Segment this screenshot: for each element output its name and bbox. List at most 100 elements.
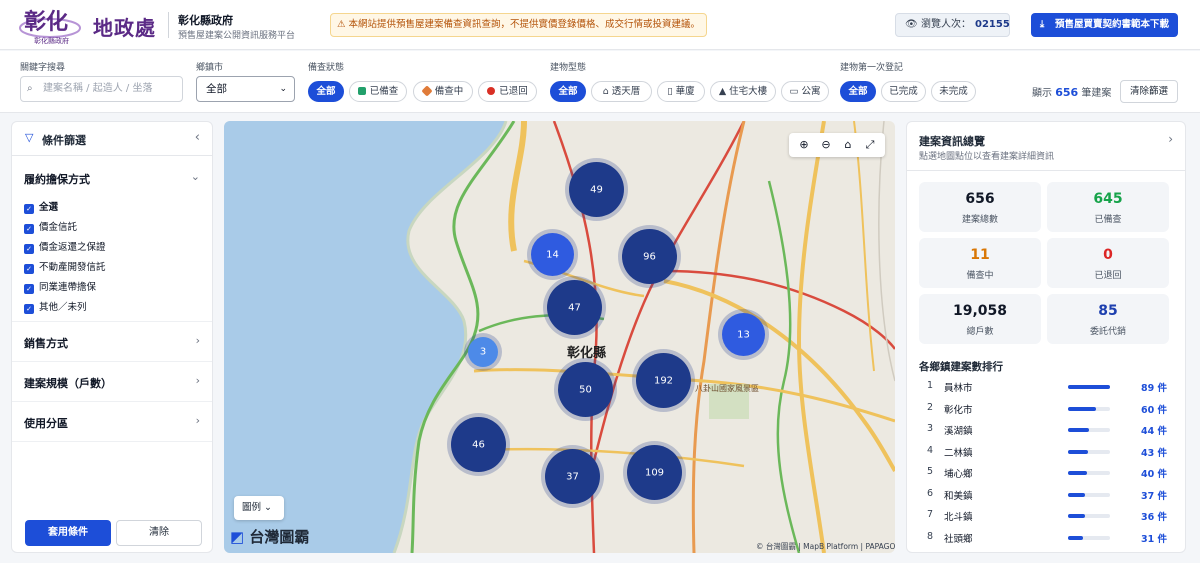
zoom-out-icon[interactable]: ⊖ <box>817 136 835 154</box>
filing-all-pill[interactable]: 全部 <box>308 81 344 102</box>
rank-bar <box>1068 535 1110 540</box>
chevron-down-icon: ⌄ <box>279 84 287 94</box>
rank-number: 7 <box>927 509 934 520</box>
map-toolbar: ⊕ ⊖ ⌂ ⤢ <box>789 133 885 157</box>
checkbox-trust[interactable]: ✓ 價金信託 <box>24 219 77 234</box>
clear-filters-button[interactable]: 清除篩選 <box>1120 80 1178 103</box>
diamond-icon <box>421 85 433 97</box>
map-cluster[interactable]: 46 <box>451 417 506 472</box>
section-zoning[interactable]: 使用分區 › <box>12 402 212 442</box>
filter-icon: ▽ <box>25 131 34 144</box>
checkbox-checked-icon: ✓ <box>24 264 34 274</box>
filing-returned-pill[interactable]: 已退回 <box>478 81 537 102</box>
ranking-row[interactable]: 8 社頭鄉 31 件 <box>907 529 1185 547</box>
rank-bar <box>1068 385 1110 389</box>
keyword-placeholder: 建案名稱 / 起造人 / 坐落 <box>43 83 153 94</box>
map-cluster[interactable]: 109 <box>627 445 682 500</box>
brand-label: 台灣圖霸 <box>249 528 310 546</box>
section-scale[interactable]: 建案規模（戶數） › <box>12 362 212 402</box>
rank-bar <box>1068 428 1110 432</box>
stat-approved: 645 已備查 <box>1047 182 1169 232</box>
checkbox-all[interactable]: ✓ 全選 <box>24 199 58 214</box>
legend-button[interactable]: 圖例 ⌄ <box>234 496 284 520</box>
type-all-pill[interactable]: 全部 <box>550 81 586 102</box>
type-midrise-pill[interactable]: ▯ 華廈 <box>657 81 705 102</box>
reset-filters-button[interactable]: 清除 <box>116 520 202 546</box>
map-cluster[interactable]: 13 <box>722 313 765 356</box>
rank-number: 2 <box>927 401 934 413</box>
stat-households: 19,058 總戶數 <box>919 294 1041 344</box>
stat-value: 645 <box>1093 191 1123 207</box>
fullscreen-icon[interactable]: ⤢ <box>861 136 879 154</box>
ranking-row[interactable]: 6 和美鎮 37 件 <box>907 486 1185 504</box>
chevron-down-icon[interactable]: ⌄ <box>191 170 200 183</box>
sidebar-header: ▽ 條件篩選 ‹ <box>12 122 212 156</box>
rank-bar-fill <box>1068 535 1083 540</box>
keyword-search-input[interactable]: ⌕ 建案名稱 / 起造人 / 坐落 <box>20 76 183 102</box>
ranking-row[interactable]: 4 二林鎮 43 件 <box>907 443 1185 461</box>
type-apartment-pill[interactable]: ▭ 公寓 <box>781 81 829 102</box>
map-cluster[interactable]: 3 <box>468 337 498 367</box>
reg-done-pill[interactable]: 已完成 <box>881 81 926 102</box>
map-cluster[interactable]: 96 <box>622 229 677 284</box>
checkbox-label: 同業連帶擔保 <box>39 282 97 293</box>
map-cluster[interactable]: 37 <box>545 449 600 504</box>
panel-divider <box>907 170 1185 171</box>
ranking-row[interactable]: 7 北斗鎮 36 件 <box>907 507 1185 525</box>
apply-filters-button[interactable]: 套用條件 <box>25 520 111 546</box>
cluster-count: 37 <box>566 471 579 482</box>
stat-label: 備查中 <box>966 271 994 281</box>
rank-count: 60 件 <box>1140 404 1167 416</box>
ranking-row[interactable]: 5 埔心鄉 40 件 <box>907 464 1185 482</box>
type-highrise-pill[interactable]: ▲ 住宅大樓 <box>710 81 776 102</box>
section-sales-method[interactable]: 銷售方式 › <box>12 322 212 362</box>
result-suffix: 筆建案 <box>1081 88 1112 99</box>
cluster-count: 109 <box>644 467 665 478</box>
township-select[interactable]: 全部 ⌄ <box>196 76 295 102</box>
section-sales-title: 銷售方式 <box>24 337 68 350</box>
filter-bar: 關鍵字搜尋 ⌕ 建案名稱 / 起造人 / 坐落 鄉鎮市 全部 ⌄ 備查狀態 全部… <box>0 51 1200 113</box>
download-contract-button[interactable]: ⤓ 預售屋買賣契約書範本下載 <box>1031 13 1178 37</box>
cluster-count: 46 <box>472 439 485 450</box>
rank-bar <box>1068 514 1110 518</box>
changhua-logo[interactable]: 彰化 彰化縣政府 <box>18 4 82 46</box>
map-cluster[interactable]: 50 <box>558 362 613 417</box>
ranking-row[interactable]: 1 員林市 89 件 <box>907 378 1185 396</box>
visit-label: 瀏覽人次： <box>921 19 971 30</box>
rank-township: 員林市 <box>944 383 973 394</box>
cluster-count: 47 <box>568 302 581 313</box>
checkbox-joint-guarantee[interactable]: ✓ 同業連帶擔保 <box>24 279 96 294</box>
registration-label: 建物第一次登記 <box>840 63 904 73</box>
filing-approved-pill[interactable]: 已備查 <box>349 81 407 102</box>
rank-bar-fill <box>1068 471 1087 475</box>
zoom-in-icon[interactable]: ⊕ <box>795 136 813 154</box>
map-view[interactable]: 彰化縣 八卦山國家風景區 49 14 96 47 13 3 50 192 46 … <box>224 121 895 553</box>
filing-pending-pill[interactable]: 備查中 <box>413 81 473 102</box>
rank-number: 3 <box>927 423 934 434</box>
collapse-sidebar-icon[interactable]: ‹ <box>195 130 200 145</box>
type-townhouse-pill[interactable]: ⌂ 透天厝 <box>591 81 652 102</box>
chevron-right-icon[interactable]: › <box>1168 132 1173 146</box>
map-cluster[interactable]: 49 <box>569 162 624 217</box>
checkbox-refund-guarantee[interactable]: ✓ 價金返還之保證 <box>24 239 106 254</box>
section-scale-title: 建案規模（戶數） <box>24 377 112 390</box>
checkbox-dev-trust[interactable]: ✓ 不動產開發信託 <box>24 259 106 274</box>
map-cluster[interactable]: 192 <box>636 353 691 408</box>
checkbox-other[interactable]: ✓ 其他／未列 <box>24 299 87 314</box>
house-icon: ⌂ <box>602 86 612 97</box>
rank-bar-fill <box>1068 514 1085 518</box>
rank-township: 北斗鎮 <box>944 512 973 523</box>
map-cluster[interactable]: 47 <box>547 280 602 335</box>
disclaimer-notice: ⚠ 本網站提供預售屋建案備查資訊查詢，不提供實價登錄價格、成交行情或投資建議。 <box>330 13 707 37</box>
ranking-row[interactable]: 3 溪湖鎮 44 件 <box>907 421 1185 439</box>
reg-undone-pill[interactable]: 未完成 <box>931 81 976 102</box>
home-icon[interactable]: ⌂ <box>839 136 857 154</box>
ranking-row[interactable]: 2 彰化市 60 件 <box>907 400 1185 418</box>
reg-all-pill[interactable]: 全部 <box>840 81 876 102</box>
section-guarantee-title[interactable]: 履約擔保方式 <box>24 171 90 187</box>
stat-value: 85 <box>1098 303 1118 319</box>
map-cluster[interactable]: 14 <box>531 233 574 276</box>
type-highrise-label: 住宅大樓 <box>729 86 768 97</box>
rank-number: 8 <box>927 530 934 542</box>
org-name: 彰化縣政府 <box>178 14 233 27</box>
